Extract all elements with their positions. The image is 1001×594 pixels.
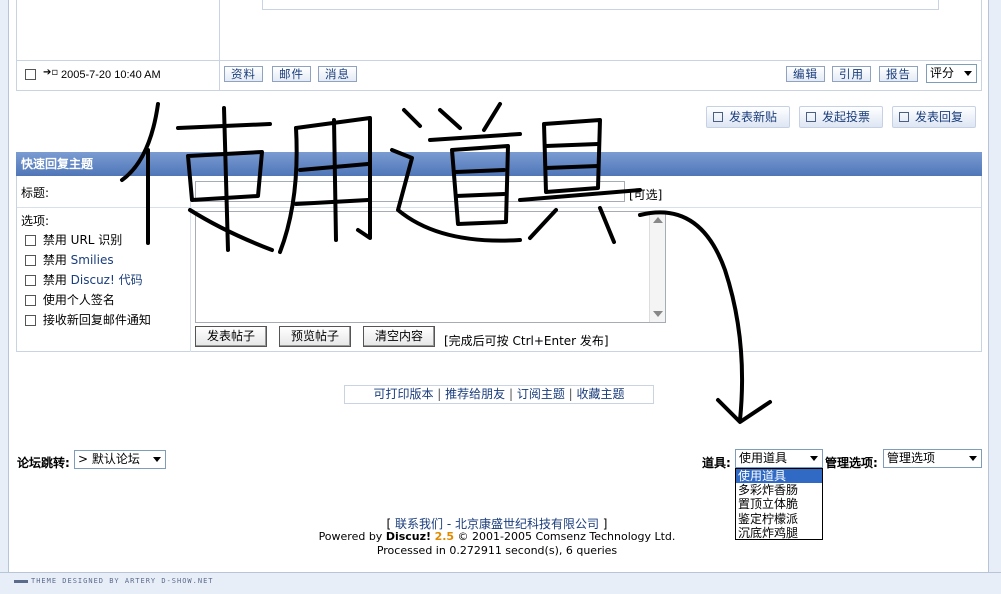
option-label: Smilies — [70, 253, 114, 267]
option-checkbox[interactable] — [25, 315, 36, 326]
new-thread-label: 发表新贴 — [729, 110, 778, 124]
rate-select[interactable]: 评分 — [926, 64, 977, 83]
theme-bar-icon — [14, 580, 28, 583]
post-content-box — [262, 0, 939, 10]
option-label: 使用个人签名 — [42, 293, 115, 307]
brand-version: 2.5 — [434, 530, 455, 543]
favorite-link[interactable]: 收藏主题 — [577, 387, 625, 401]
tools-label: 道具: — [702, 456, 731, 470]
option-checkbox[interactable] — [25, 295, 36, 306]
bracket: [ — [386, 517, 395, 531]
theme-credit: THEME DESIGNED BY ARTERY D-SHOW.NET — [31, 577, 214, 585]
powered-prefix: Powered by — [318, 530, 386, 543]
forum-jump-label: 论坛跳转: — [17, 456, 70, 470]
option-checkbox[interactable] — [25, 235, 36, 246]
new-poll-label: 发起投票 — [822, 110, 871, 124]
separator: | — [564, 387, 577, 401]
bracket: ] — [598, 517, 608, 531]
submit-post-button[interactable]: 发表帖子 — [195, 326, 267, 347]
new-poll-button[interactable]: 发起投票 — [799, 106, 883, 128]
left-gutter — [0, 0, 9, 575]
tools-option[interactable]: 沉底炸鸡腿 — [736, 526, 822, 540]
chevron-down-icon — [148, 451, 165, 468]
printable-link[interactable]: 可打印版本 — [373, 387, 433, 401]
tools-option[interactable]: 置顶立体脆 — [736, 497, 822, 511]
separator: | — [505, 387, 517, 401]
clear-content-button[interactable]: 清空内容 — [363, 326, 435, 347]
recommend-link[interactable]: 推荐给朋友 — [445, 387, 505, 401]
option-checkbox[interactable] — [25, 275, 36, 286]
textarea-scrollbar[interactable] — [649, 212, 665, 322]
chevron-down-icon — [805, 450, 822, 467]
option-email-notify[interactable]: 接收新回复邮件通知 — [25, 311, 151, 328]
post-timestamp: 2005-7-20 10:40 AM — [61, 69, 161, 81]
option-label: 接收新回复邮件通知 — [42, 313, 151, 327]
scroll-up-icon[interactable] — [653, 217, 663, 223]
tools-option[interactable]: 使用道具 — [736, 469, 822, 484]
option-disable-smilies[interactable]: 禁用 Smilies — [25, 251, 114, 268]
option-label: 禁用 — [42, 233, 71, 247]
tools-select[interactable]: 使用道具 — [735, 449, 823, 468]
subscribe-link[interactable]: 订阅主题 — [517, 387, 565, 401]
post-link-icon[interactable]: ➔▫ — [43, 67, 58, 78]
message-button[interactable]: 消息 — [318, 66, 357, 82]
right-scroll-gutter — [988, 0, 1001, 594]
divider — [190, 176, 191, 352]
copyright-text: © 2001-2005 Comsenz Technology Ltd. — [454, 530, 676, 543]
title-optional-hint: [可选] — [629, 188, 663, 202]
brand-name: Discuz! — [385, 530, 432, 543]
admin-options-value: 管理选项 — [887, 451, 936, 465]
reply-button[interactable]: 发表回复 — [892, 106, 976, 128]
footer-processed: Processed in 0.272911 second(s), 6 queri… — [376, 544, 618, 557]
chevron-down-icon — [959, 65, 976, 82]
footer-powered-by: Powered by Discuz! 2.5 © 2001-2005 Comse… — [297, 530, 697, 543]
option-label: 禁用 — [42, 253, 71, 267]
report-button[interactable]: 报告 — [879, 66, 918, 82]
options-label: 选项: — [21, 214, 50, 228]
profile-button[interactable]: 资料 — [224, 66, 263, 82]
tools-option[interactable]: 多彩炸香肠 — [736, 483, 822, 497]
new-thread-button[interactable]: 发表新贴 — [706, 106, 790, 128]
reply-label: 发表回复 — [915, 110, 964, 124]
preview-post-button[interactable]: 预览帖子 — [279, 326, 351, 347]
submit-hint: [完成后可按 Ctrl+Enter 发布] — [444, 334, 609, 348]
option-disable-url[interactable]: 禁用 URL 识别 — [25, 231, 122, 248]
tools-option[interactable]: 鉴定柠檬派 — [736, 512, 822, 526]
option-checkbox[interactable] — [25, 255, 36, 266]
rate-select-value: 评分 — [930, 66, 955, 80]
thread-links-bar: 可打印版本 | 推荐给朋友 | 订阅主题 | 收藏主题 — [344, 385, 654, 404]
tools-dropdown-list: 使用道具 多彩炸香肠 置顶立体脆 鉴定柠檬派 沉底炸鸡腿 — [735, 468, 823, 540]
option-label: URL 识别 — [70, 233, 123, 247]
message-textarea[interactable] — [195, 211, 666, 323]
option-use-signature[interactable]: 使用个人签名 — [25, 291, 115, 308]
option-disable-discuz-code[interactable]: 禁用 Discuz! 代码 — [25, 271, 143, 288]
edit-button[interactable]: 编辑 — [786, 66, 825, 82]
divider — [17, 207, 981, 208]
scroll-down-icon[interactable] — [653, 311, 663, 317]
tools-select-value: 使用道具 — [739, 451, 788, 465]
title-input[interactable] — [195, 181, 625, 202]
chevron-down-icon — [964, 450, 981, 467]
option-label: Discuz! 代码 — [70, 273, 143, 287]
email-button[interactable]: 邮件 — [272, 66, 311, 82]
quote-button[interactable]: 引用 — [832, 66, 871, 82]
poll-icon — [806, 112, 816, 122]
separator: | — [433, 387, 446, 401]
forum-jump-value: > 默认论坛 — [78, 452, 140, 466]
post-select-checkbox[interactable] — [25, 69, 36, 80]
admin-options-select[interactable]: 管理选项 — [883, 449, 982, 468]
forum-jump-select[interactable]: > 默认论坛 — [74, 450, 166, 469]
option-label: 禁用 — [42, 273, 71, 287]
new-post-icon — [713, 112, 723, 122]
admin-options-label: 管理选项: — [825, 456, 878, 470]
reply-icon — [899, 112, 909, 122]
title-label: 标题: — [21, 186, 50, 200]
quick-reply-header: 快速回复主题 — [16, 152, 982, 176]
company-link[interactable]: - 北京康盛世纪科技有限公司 — [443, 517, 599, 531]
contact-link[interactable]: 联系我们 — [395, 517, 443, 531]
